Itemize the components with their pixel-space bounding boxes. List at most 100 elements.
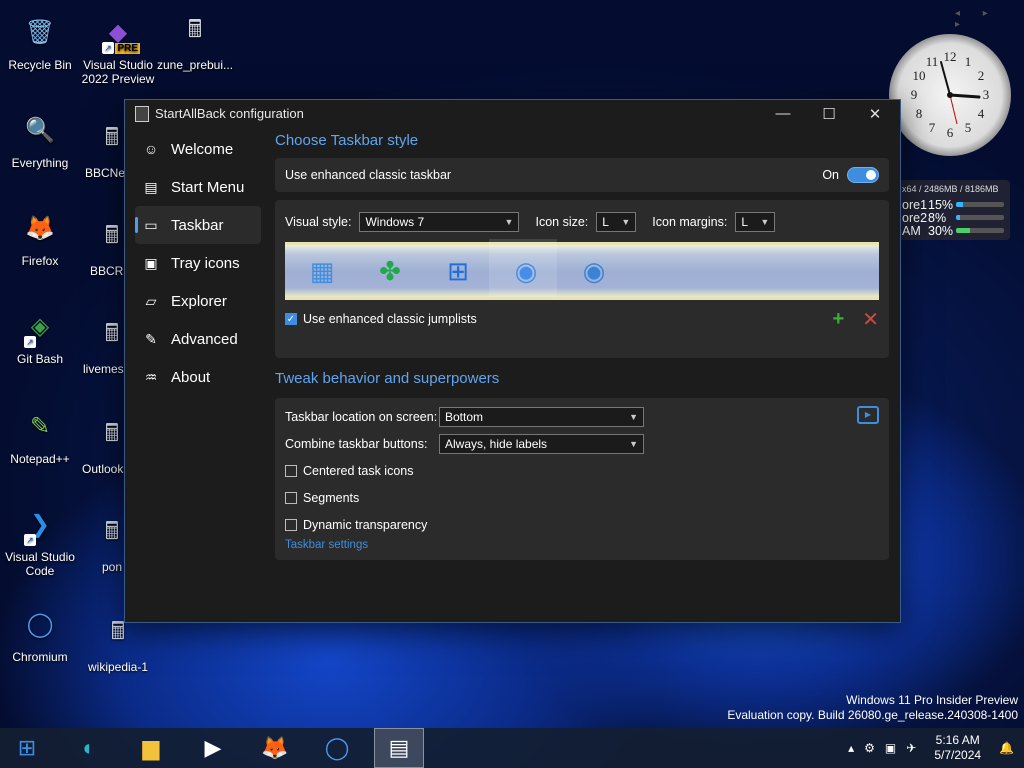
- tray-icon: ▣: [144, 255, 158, 271]
- watermark-line1: Windows 11 Pro Insider Preview: [846, 693, 1018, 707]
- windows-11-style-icon[interactable]: ▦: [305, 254, 339, 288]
- desktop-icon-label: Recycle Bin: [8, 58, 72, 72]
- combine-select[interactable]: Always, hide labels ▼: [439, 433, 644, 454]
- cpu-row-label: ore1: [902, 197, 928, 212]
- startallback-taskbar-button[interactable]: ▤: [374, 728, 424, 768]
- location-label: Taskbar location on screen:: [285, 409, 438, 424]
- enhanced-taskbar-toggle[interactable]: [847, 167, 879, 183]
- chevron-down-icon: ▼: [760, 217, 770, 227]
- settings-tray-icon[interactable]: ⚙: [864, 741, 875, 755]
- taskbar: ⊞ ◐ ▆ ▶ 🦊 ◯ ▤ ▴ ⚙ ▣ ✈ 5:16 AM 5/7/2024 🔔: [0, 728, 1024, 768]
- clock-numeral: 1: [965, 54, 972, 69]
- edge-taskbar-button[interactable]: ◐: [64, 728, 114, 768]
- segments-checkbox[interactable]: [285, 492, 297, 504]
- combine-value: Always, hide labels: [445, 436, 548, 451]
- desktop-icon-zune[interactable]: 🖩 zune_prebui...: [155, 10, 235, 73]
- desktop-icon-visual-studio[interactable]: ◆ PRE ↗ Visual Studio 2022 Preview: [78, 10, 158, 87]
- calculator-clock-icon: 🖩: [187, 15, 203, 43]
- nav-label: Tray icons: [171, 254, 240, 272]
- desktop-icon-bbcra[interactable]: 🖩 BBCRa: [66, 216, 131, 279]
- nav-about[interactable]: ♒ About: [135, 358, 261, 396]
- watermark-line2: Evaluation copy. Build 26080.ge_release.…: [727, 708, 1018, 722]
- remove-icon[interactable]: ✕: [862, 307, 879, 332]
- jumplists-checkbox[interactable]: ✓: [285, 313, 297, 325]
- close-button[interactable]: ✕: [852, 105, 898, 123]
- firefox-taskbar-button[interactable]: 🦊: [250, 728, 300, 768]
- cpu-bar: [956, 202, 1004, 207]
- windows-10-style-icon[interactable]: ⊞: [441, 254, 475, 288]
- display-tray-icon[interactable]: ▣: [885, 741, 896, 755]
- clock-numeral: 11: [926, 54, 939, 69]
- desktop-icon-label: wikipedia-1: [87, 660, 149, 674]
- desktop-icon-label: pon: [102, 560, 123, 574]
- desktop-icon-label: livemes: [83, 362, 124, 376]
- desktop-icon-chromium[interactable]: ◯ Chromium: [0, 602, 80, 665]
- nav-advanced[interactable]: ✎ Advanced: [135, 320, 261, 358]
- windows-vista-orb-icon[interactable]: ◉: [577, 254, 611, 288]
- vscode-icon: ❯ ↗: [18, 502, 62, 546]
- desktop-icon-livemes[interactable]: 🖩 livemes: [66, 314, 126, 377]
- content-pane: Choose Taskbar style Use enhanced classi…: [275, 128, 889, 560]
- cpu-bar: [956, 228, 1004, 233]
- maximize-button[interactable]: ☐: [806, 105, 852, 123]
- sidebar-nav: ☺ Welcome ▤ Start Menu ▭ Taskbar ▣ Tray icon…: [135, 130, 261, 396]
- media-player-taskbar-button[interactable]: ▶: [188, 728, 238, 768]
- visual-style-value: Windows 7: [365, 215, 425, 229]
- start-orb-button[interactable]: ⊞: [2, 728, 52, 768]
- about-icon: ♒: [144, 369, 158, 385]
- nav-label: About: [171, 368, 211, 386]
- icon-size-select[interactable]: L ▼: [596, 212, 637, 232]
- start-menu-icon: ▤: [144, 179, 158, 195]
- clock-numeral: 3: [983, 87, 990, 102]
- clock-numeral: 8: [916, 106, 923, 121]
- location-select[interactable]: Bottom ▼: [439, 406, 644, 427]
- network-tray-icon[interactable]: ✈: [906, 741, 916, 755]
- nav-label: Advanced: [171, 330, 238, 348]
- nav-label: Welcome: [171, 140, 234, 158]
- dynamic-transparency-checkbox[interactable]: [285, 519, 297, 531]
- taskbar-settings-link[interactable]: Taskbar settings: [285, 539, 879, 551]
- desktop-icon-outlook[interactable]: 🖩 Outlook: [66, 414, 126, 477]
- firefox-icon: 🦊: [25, 214, 55, 242]
- desktop-icon-bbcne[interactable]: 🖩 BBCNe: [66, 118, 126, 181]
- nav-tray-icons[interactable]: ▣ Tray icons: [135, 244, 261, 282]
- chevron-down-icon: ▼: [504, 217, 514, 227]
- clock-numeral: 2: [978, 68, 985, 83]
- nav-explorer[interactable]: ▱ Explorer: [135, 282, 261, 320]
- desktop-icon-label: BBCRa: [90, 264, 131, 278]
- desktop-icon-recycle-bin[interactable]: 🗑 Recycle Bin: [0, 10, 80, 73]
- taskbar-clock[interactable]: 5:16 AM 5/7/2024: [934, 733, 981, 763]
- preview-badge: PRE: [115, 43, 140, 54]
- desktop-icon-label: zune_prebui...: [156, 58, 234, 72]
- desktop-icon-label: Chromium: [12, 650, 68, 664]
- shortcut-arrow-icon: ↗: [24, 336, 36, 348]
- gadget-nav-arrows[interactable]: ◂ ▸ ▸: [955, 8, 1024, 30]
- notification-bell-icon[interactable]: 🔔: [999, 741, 1014, 755]
- windows-xp-style-icon[interactable]: ✤: [373, 254, 407, 288]
- nav-start-menu[interactable]: ▤ Start Menu: [135, 168, 261, 206]
- file-explorer-taskbar-button[interactable]: ▆: [126, 728, 176, 768]
- window-title: StartAllBack configuration: [155, 106, 304, 121]
- notepad-plus-plus-icon: ✎: [29, 412, 51, 440]
- minimize-button[interactable]: —: [760, 105, 806, 122]
- title-bar[interactable]: StartAllBack configuration — ☐ ✕: [125, 100, 900, 127]
- desktop-icon-pon[interactable]: 🖩 pon: [66, 512, 126, 575]
- icon-margins-value: L: [741, 215, 748, 229]
- add-icon[interactable]: +: [833, 308, 845, 331]
- icon-size-value: L: [602, 215, 609, 229]
- system-tray: ▴ ⚙ ▣ ✈ 5:16 AM 5/7/2024 🔔: [848, 728, 1014, 768]
- enhanced-taskbar-label: Use enhanced classic taskbar: [285, 168, 452, 182]
- cpu-row-label: ore2: [902, 210, 928, 225]
- video-help-icon[interactable]: ▶: [857, 406, 879, 424]
- visual-studio-icon: ◆ PRE ↗: [96, 10, 140, 54]
- nav-welcome[interactable]: ☺ Welcome: [135, 130, 261, 168]
- visual-style-select[interactable]: Windows 7 ▼: [359, 212, 520, 232]
- nav-taskbar[interactable]: ▭ Taskbar: [135, 206, 261, 244]
- show-hidden-icons-icon[interactable]: ▴: [848, 741, 854, 755]
- recycle-bin-icon: 🗑: [24, 18, 56, 46]
- clock-gadget[interactable]: 12 1 2 3 4 5 6 7 8 9 10 11: [889, 34, 1011, 156]
- location-value: Bottom: [445, 409, 484, 424]
- icon-margins-select[interactable]: L ▼: [735, 212, 776, 232]
- chromium-taskbar-button[interactable]: ◯: [312, 728, 362, 768]
- centered-icons-checkbox[interactable]: [285, 465, 297, 477]
